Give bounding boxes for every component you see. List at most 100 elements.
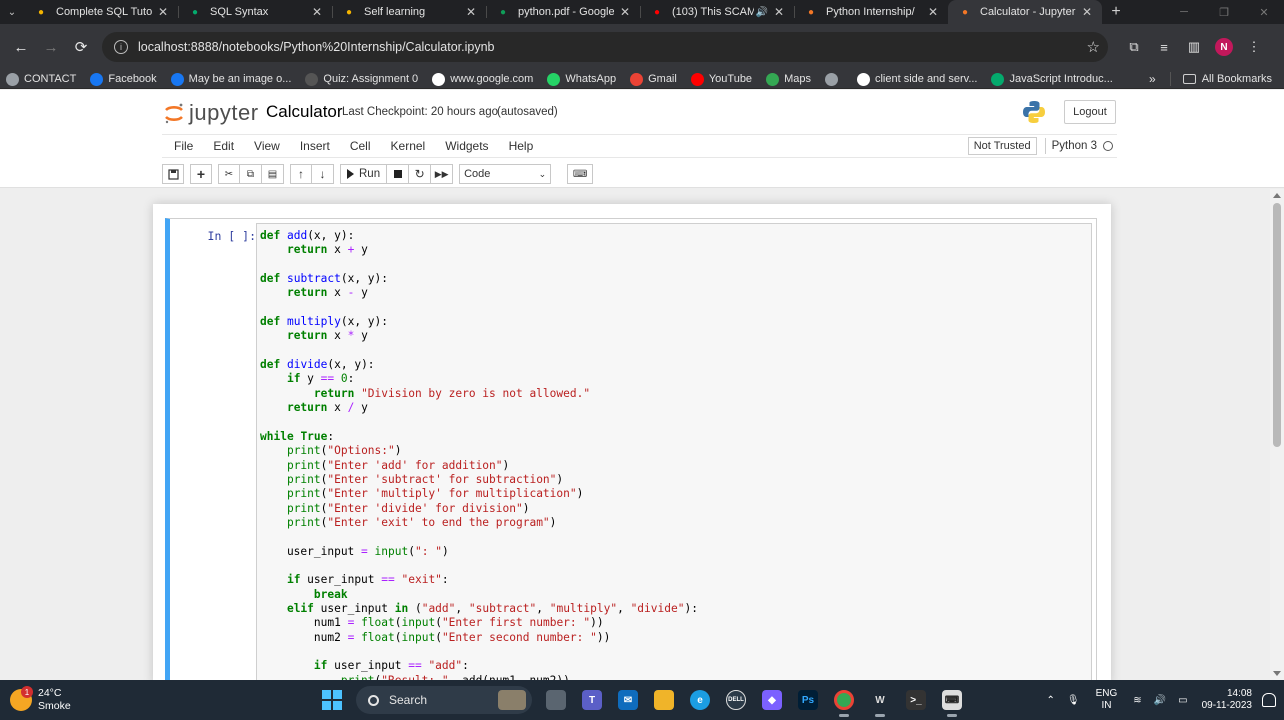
wifi-icon[interactable]: ≋ (1133, 695, 1141, 706)
command-palette-icon[interactable]: ⌨ (567, 164, 594, 184)
save-icon[interactable] (162, 164, 184, 184)
reload-icon[interactable]: ⟳ (66, 32, 96, 62)
code-cell[interactable]: In [ ]: def add(x, y): return x + y def … (165, 218, 1097, 688)
jupyter-logo[interactable]: jupyter (163, 100, 259, 126)
new-tab-button[interactable]: + (1102, 3, 1130, 21)
back-icon[interactable]: ← (6, 32, 36, 62)
browser-menu-icon[interactable]: ⋮ (1242, 35, 1266, 59)
vpn-icon[interactable]: ◆ (754, 682, 790, 718)
extensions-icon[interactable]: ⧉ (1122, 35, 1146, 59)
chevron-up-icon[interactable]: ⌃ (1047, 695, 1055, 706)
chrome-icon[interactable] (826, 682, 862, 718)
code-editor[interactable]: def add(x, y): return x + y def subtract… (256, 223, 1092, 687)
scroll-down-icon[interactable] (1273, 671, 1281, 676)
code-text[interactable]: def add(x, y): return x + y def subtract… (257, 224, 1091, 687)
browser-tab[interactable]: ● Complete SQL Tutor ✕ (24, 0, 178, 24)
notebook-title[interactable]: Calculator (266, 102, 343, 122)
browser-tab[interactable]: ● (103) This SCAM 🔊 ✕ (640, 0, 794, 24)
microphone-icon[interactable]: 🎙 (1067, 695, 1080, 706)
move-up-icon[interactable]: ↑ (290, 164, 312, 184)
battery-icon[interactable]: ▭ (1178, 695, 1187, 706)
weather-widget[interactable]: 1 24°C Smoke (10, 686, 270, 713)
menu-item-file[interactable]: File (162, 139, 203, 153)
browser-tab[interactable]: ● python.pdf - Google ✕ (486, 0, 640, 24)
url-text[interactable]: localhost:8888/notebooks/Python%20Intern… (138, 40, 1087, 54)
tab-close-icon[interactable]: ✕ (156, 5, 170, 19)
cell-type-select[interactable]: Code ⌄ (459, 164, 552, 184)
browser-tab[interactable]: ● SQL Syntax ✕ (178, 0, 332, 24)
bookmark-item[interactable]: www.google.com (432, 72, 533, 86)
notification-bell-icon[interactable] (1262, 693, 1276, 707)
menu-item-kernel[interactable]: Kernel (381, 139, 436, 153)
profile-avatar[interactable]: N (1212, 35, 1236, 59)
bookmark-item[interactable]: client side and serv... (856, 72, 977, 86)
bookmark-item[interactable] (824, 72, 843, 86)
bookmark-item[interactable]: Quiz: Assignment 0 (305, 72, 418, 86)
task-view-icon[interactable] (538, 682, 574, 718)
menu-item-help[interactable]: Help (499, 139, 544, 153)
bookmark-item[interactable]: Gmail (630, 72, 677, 86)
taskbar-search[interactable]: Search (356, 686, 532, 714)
side-panel-icon[interactable]: ▥ (1182, 35, 1206, 59)
bookmark-item[interactable]: YouTube (690, 72, 752, 86)
site-info-icon[interactable]: i (114, 40, 128, 54)
more-bookmarks-icon[interactable]: » (1149, 72, 1156, 86)
close-window-icon[interactable]: ✕ (1244, 6, 1284, 19)
bookmark-item[interactable]: May be an image o... (170, 72, 291, 86)
logout-button[interactable]: Logout (1064, 100, 1116, 124)
jupyter-terminal-icon[interactable]: ⌨ (934, 682, 970, 718)
bookmark-item[interactable]: Maps (766, 72, 811, 86)
scroll-up-icon[interactable] (1273, 193, 1281, 198)
photoshop-icon[interactable]: Ps (790, 682, 826, 718)
run-button[interactable]: Run (340, 164, 388, 184)
kernel-indicator[interactable]: Python 3 (1052, 140, 1113, 152)
bookmark-item[interactable]: Facebook (90, 72, 157, 86)
maximize-icon[interactable]: ❐ (1204, 6, 1244, 19)
browser-tab[interactable]: ● Self learning ✕ (332, 0, 486, 24)
bookmark-item[interactable]: JavaScript Introduc... (991, 72, 1113, 86)
terminal-icon[interactable]: >_ (898, 682, 934, 718)
restart-icon[interactable]: ↻ (409, 164, 432, 184)
menu-item-view[interactable]: View (244, 139, 290, 153)
paste-icon[interactable]: ▤ (262, 164, 284, 184)
menu-item-widgets[interactable]: Widgets (435, 139, 498, 153)
trust-status-button[interactable]: Not Trusted (967, 137, 1037, 155)
tab-audio-icon[interactable]: 🔊 (756, 7, 768, 18)
insert-cell-icon[interactable]: + (190, 164, 212, 184)
cut-icon[interactable]: ✂ (218, 164, 240, 184)
move-down-icon[interactable]: ↓ (312, 164, 334, 184)
minimize-icon[interactable]: ─ (1164, 6, 1204, 19)
page-scrollbar[interactable] (1270, 189, 1284, 680)
interrupt-icon[interactable] (387, 164, 410, 184)
tab-close-icon[interactable]: ✕ (310, 5, 324, 19)
dell-icon[interactable]: DELL (718, 682, 754, 718)
bookmark-star-icon[interactable]: ☆ (1087, 38, 1100, 56)
language-indicator[interactable]: ENG IN (1096, 688, 1118, 712)
menu-item-insert[interactable]: Insert (290, 139, 340, 153)
restart-run-all-icon[interactable]: ▶▶ (431, 164, 454, 184)
tab-close-icon[interactable]: ✕ (772, 5, 786, 19)
tab-close-icon[interactable]: ✕ (618, 5, 632, 19)
forward-icon[interactable]: → (36, 32, 66, 62)
windows-start-icon[interactable] (322, 690, 342, 710)
word-icon[interactable]: W (862, 682, 898, 718)
tab-search-icon[interactable]: ⌄ (0, 0, 24, 24)
tab-close-icon[interactable]: ✕ (1080, 5, 1094, 19)
tab-close-icon[interactable]: ✕ (926, 5, 940, 19)
clock[interactable]: 14:08 09-11-2023 (1202, 688, 1252, 712)
edge-icon[interactable]: e (682, 682, 718, 718)
menu-item-edit[interactable]: Edit (203, 139, 244, 153)
browser-tab[interactable]: ● Calculator - Jupyter ✕ (948, 0, 1102, 24)
browser-tab[interactable]: ● Python Internship/ ✕ (794, 0, 948, 24)
teams-icon[interactable]: T (574, 682, 610, 718)
tab-close-icon[interactable]: ✕ (464, 5, 478, 19)
address-bar[interactable]: i localhost:8888/notebooks/Python%20Inte… (102, 32, 1108, 62)
bookmark-item[interactable]: WhatsApp (547, 72, 616, 86)
menu-item-cell[interactable]: Cell (340, 139, 381, 153)
bookmark-item[interactable]: CONTACT (6, 72, 76, 86)
mail-icon[interactable]: ✉ (610, 682, 646, 718)
scrollbar-thumb[interactable] (1273, 203, 1281, 447)
file-explorer-icon[interactable] (646, 682, 682, 718)
volume-icon[interactable]: 🔊 (1154, 695, 1166, 706)
copy-icon[interactable]: ⧉ (240, 164, 262, 184)
